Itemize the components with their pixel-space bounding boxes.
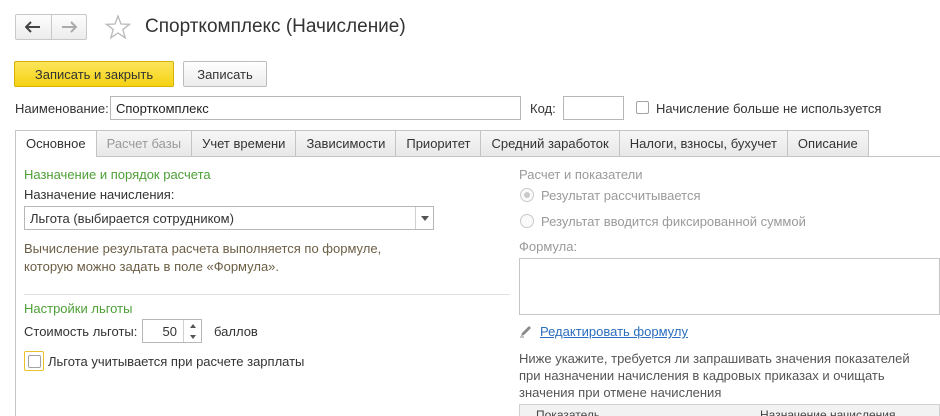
edit-formula-icon — [519, 324, 533, 341]
section-divider — [24, 294, 510, 295]
radio-fixed-label: Результат вводится фиксированной суммой — [541, 214, 806, 229]
tab-description[interactable]: Описание — [787, 130, 869, 157]
cost-label: Стоимость льготы: — [24, 324, 138, 339]
salary-checkbox-box — [27, 354, 41, 368]
name-input[interactable]: Спорткомплекс — [110, 96, 521, 120]
tab-average-earnings[interactable]: Средний заработок — [481, 130, 620, 157]
arrow-left-icon — [25, 21, 41, 33]
window-title: Спорткомплекс (Начисление) — [145, 16, 406, 37]
calculation-section-title: Расчет и показатели — [519, 167, 643, 182]
increment-button[interactable] — [184, 320, 201, 331]
star-icon — [104, 14, 132, 40]
formula-note-line-1: Вычисление результата расчета выполняетс… — [24, 241, 382, 256]
cost-stepper[interactable]: 50 — [142, 319, 202, 343]
column-header-purpose[interactable]: Назначение начисления — [760, 408, 896, 416]
tab-dependencies[interactable]: Зависимости — [296, 130, 397, 157]
chevron-down-icon — [189, 334, 196, 339]
benefit-section-title: Настройки льготы — [24, 301, 133, 316]
dropdown-button[interactable] — [415, 207, 433, 229]
favorite-star-button[interactable] — [104, 13, 132, 41]
name-label: Наименование: — [15, 101, 109, 116]
column-header-indicator[interactable]: Показатель — [536, 408, 600, 416]
arrow-right-icon — [61, 21, 77, 33]
tab-taxes[interactable]: Налоги, взносы, бухучет — [619, 130, 788, 157]
purpose-section-title: Назначение и порядок расчета — [24, 167, 211, 182]
tab-main[interactable]: Основное — [15, 130, 97, 157]
salary-checkbox[interactable] — [24, 351, 44, 371]
purpose-select[interactable]: Льгота (выбирается сотрудником) — [24, 206, 434, 230]
cost-value: 50 — [162, 324, 177, 339]
purpose-label: Назначение начисления: — [24, 187, 175, 202]
edit-formula-link[interactable]: Редактировать формулу — [540, 324, 688, 339]
tab-time-accounting[interactable]: Учет времени — [192, 130, 297, 157]
tab-bar: Основное Расчет базы Учет времени Зависи… — [15, 130, 869, 157]
code-input[interactable] — [563, 96, 624, 120]
history-nav — [15, 14, 87, 40]
radio-fixed[interactable] — [520, 214, 534, 228]
salary-checkbox-label: Льгота учитывается при расчете зарплаты — [48, 354, 305, 369]
indicators-table-header: Показатель Назначение начисления — [519, 404, 940, 416]
tab-base-calculation[interactable]: Расчет базы — [96, 130, 193, 157]
hint-line-2: при назначении начисления в кадровых при… — [519, 368, 885, 383]
code-label: Код: — [530, 101, 556, 116]
hint-line-1: Ниже укажите, требуется ли запрашивать з… — [519, 351, 910, 366]
forward-button[interactable] — [50, 15, 86, 39]
formula-label: Формула: — [519, 239, 578, 254]
save-and-close-button[interactable]: Записать и закрыть — [14, 61, 174, 87]
tab-divider — [96, 156, 940, 157]
unused-checkbox[interactable] — [636, 101, 649, 114]
formula-note-line-2: которую можно задать в поле «Формула». — [24, 259, 280, 274]
radio-calculated-label: Результат рассчитывается — [541, 188, 701, 203]
chevron-up-icon — [189, 323, 196, 328]
back-button[interactable] — [16, 15, 51, 39]
hint-line-3: значения при отмене начисления — [519, 385, 722, 400]
chevron-down-icon — [420, 215, 429, 221]
decrement-button[interactable] — [184, 331, 201, 342]
purpose-select-value: Льгота (выбирается сотрудником) — [30, 211, 234, 226]
radio-calculated[interactable] — [520, 188, 534, 202]
unused-checkbox-label: Начисление больше не используется — [656, 101, 882, 116]
tab-priority[interactable]: Приоритет — [396, 130, 482, 157]
formula-field[interactable] — [519, 258, 940, 315]
save-button[interactable]: Записать — [183, 61, 267, 87]
cost-unit: баллов — [214, 324, 258, 339]
